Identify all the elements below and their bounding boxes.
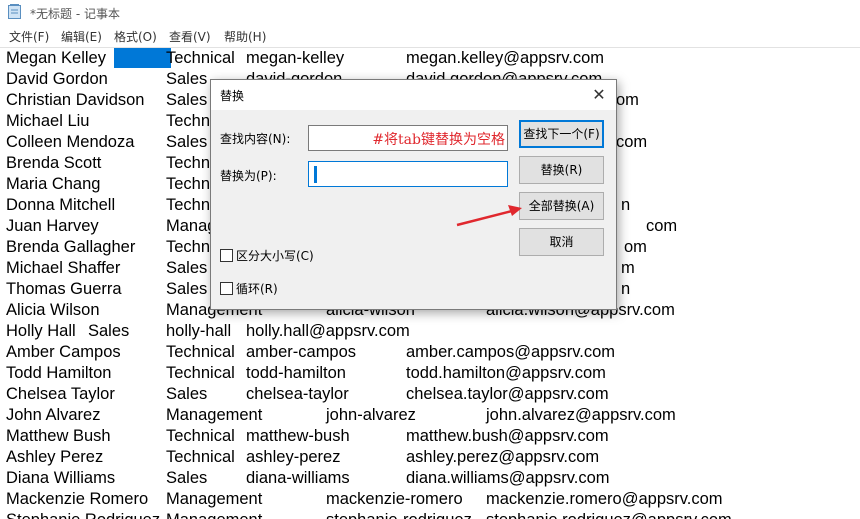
- line-dept: Sales: [166, 259, 208, 277]
- line-name: Todd Hamilton: [6, 364, 112, 382]
- line-user: chelsea-taylor: [246, 385, 349, 403]
- line-dept: Sales: [166, 133, 208, 151]
- line-email: john.alvarez@appsrv.com: [486, 406, 676, 424]
- line-dept: Technical: [166, 427, 235, 445]
- notepad-icon: [8, 4, 21, 19]
- wrap-around-label: 循环(R): [236, 282, 278, 296]
- line-name: Megan Kelley: [6, 49, 106, 67]
- match-case-label: 区分大小写(C): [236, 249, 314, 263]
- line-email: com: [646, 217, 678, 235]
- line-user: todd-hamilton: [246, 364, 346, 382]
- line-user: holly-hall: [166, 322, 232, 340]
- line-user: mackenzie-romero: [326, 490, 463, 508]
- line-user: john-alvarez: [326, 406, 416, 424]
- menu-edit[interactable]: 编辑(E): [61, 28, 102, 45]
- line-email: com: [616, 133, 648, 151]
- line-name: John Alvarez: [6, 406, 101, 424]
- title-bar: *无标题 - 记事本: [0, 0, 860, 24]
- find-next-button[interactable]: 查找下一个(F): [519, 120, 604, 148]
- line-name: Colleen Mendoza: [6, 133, 135, 151]
- text-selection: [114, 48, 171, 68]
- find-input[interactable]: #将tab键替换为空格: [308, 125, 508, 151]
- window-title: *无标题 - 记事本: [30, 7, 120, 21]
- line-name: Matthew Bush: [6, 427, 111, 445]
- line-dept: Technical: [166, 49, 235, 67]
- line-name: Diana Williams: [6, 469, 116, 487]
- line-email: todd.hamilton@appsrv.com: [406, 364, 606, 382]
- replace-label: 替换为(P):: [220, 169, 277, 183]
- line-dept: Sales: [166, 91, 208, 109]
- line-name: Brenda Gallagher: [6, 238, 136, 256]
- dialog-title: 替换: [220, 89, 245, 103]
- line-email: m: [621, 259, 635, 277]
- menu-format[interactable]: 格式(O): [114, 28, 157, 45]
- replace-input[interactable]: [308, 161, 508, 187]
- line-name: Christian Davidson: [6, 91, 145, 109]
- line-name: Maria Chang: [6, 175, 101, 193]
- dialog-title-bar: 替换 ✕: [211, 80, 616, 110]
- line-name: Brenda Scott: [6, 154, 102, 172]
- line-name: Juan Harvey: [6, 217, 99, 235]
- line-user: matthew-bush: [246, 427, 350, 445]
- line-name: Michael Liu: [6, 112, 90, 130]
- line-user: ashley-perez: [246, 448, 341, 466]
- line-email: megan.kelley@appsrv.com: [406, 49, 605, 67]
- line-email: chelsea.taylor@appsrv.com: [406, 385, 609, 403]
- line-name: Amber Campos: [6, 343, 121, 361]
- menu-bar: 文件(F) 编辑(E) 格式(O) 查看(V) 帮助(H): [0, 26, 860, 46]
- line-name: Michael Shaffer: [6, 259, 121, 277]
- line-dept: Sales: [166, 385, 208, 403]
- line-dept: Sales: [88, 322, 130, 340]
- close-icon[interactable]: ✕: [588, 84, 610, 106]
- line-dept: Technical: [166, 343, 235, 361]
- line-name: Donna Mitchell: [6, 196, 116, 214]
- line-name: Thomas Guerra: [6, 280, 122, 298]
- line-email: n: [621, 280, 631, 298]
- line-dept: Technical: [166, 448, 235, 466]
- line-email: om: [624, 238, 647, 256]
- line-name: Mackenzie Romero: [6, 490, 149, 508]
- line-email: ashley.perez@appsrv.com: [406, 448, 600, 466]
- line-email: matthew.bush@appsrv.com: [406, 427, 609, 445]
- line-user: diana-williams: [246, 469, 350, 487]
- line-email: holly.hall@appsrv.com: [246, 322, 410, 340]
- line-email: amber.campos@appsrv.com: [406, 343, 616, 361]
- text-caret: [314, 166, 317, 183]
- menu-help[interactable]: 帮助(H): [224, 28, 266, 45]
- menu-file[interactable]: 文件(F): [9, 28, 49, 45]
- line-name: Holly Hall: [6, 322, 76, 340]
- line-dept: Management: [166, 490, 263, 508]
- line-name: Chelsea Taylor: [6, 385, 115, 403]
- line-dept: Sales: [166, 70, 208, 88]
- find-input-value: #将tab键替换为空格: [372, 132, 505, 148]
- line-dept: Management: [166, 406, 263, 424]
- wrap-around-checkbox[interactable]: [220, 282, 233, 295]
- line-dept: Technical: [166, 364, 235, 382]
- replace-dialog: 替换 ✕ 查找内容(N): #将tab键替换为空格 替换为(P): 查找下一个(…: [210, 79, 617, 310]
- line-dept: Sales: [166, 469, 208, 487]
- line-name: David Gordon: [6, 70, 108, 88]
- line-email: diana.williams@appsrv.com: [406, 469, 610, 487]
- match-case-checkbox[interactable]: [220, 249, 233, 262]
- line-user: amber-campos: [246, 343, 357, 361]
- line-user: megan-kelley: [246, 49, 345, 67]
- cancel-button[interactable]: 取消: [519, 228, 604, 256]
- line-name: Ashley Perez: [6, 448, 104, 466]
- line-name: Alicia Wilson: [6, 301, 100, 319]
- line-email: n: [621, 196, 631, 214]
- replace-button[interactable]: 替换(R): [519, 156, 604, 184]
- menu-view[interactable]: 查看(V): [169, 28, 211, 45]
- replace-all-button[interactable]: 全部替换(A): [519, 192, 604, 220]
- line-email: mackenzie.romero@appsrv.com: [486, 490, 723, 508]
- find-label: 查找内容(N):: [220, 132, 291, 146]
- line-dept: Sales: [166, 280, 208, 298]
